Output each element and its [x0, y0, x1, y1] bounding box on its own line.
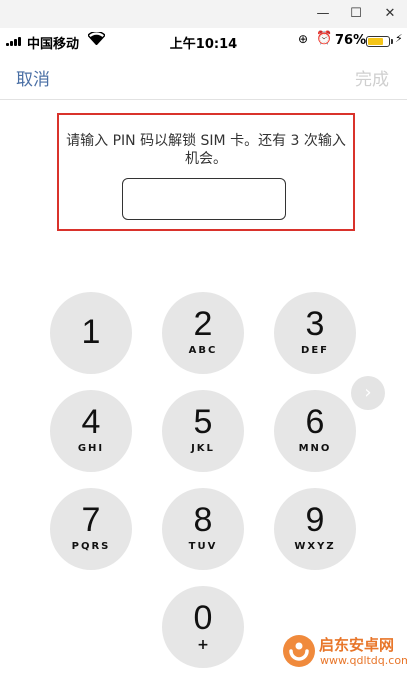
status-bar: 中国移动 上午10:14 ⊕ ⏰ 76% ⚡	[0, 28, 407, 54]
cancel-button[interactable]: 取消	[16, 65, 50, 90]
key-letters: JKL	[191, 443, 215, 454]
key-digit: 1	[81, 313, 101, 351]
key-digit: 6	[305, 403, 325, 441]
key-digit: 2	[193, 305, 213, 343]
key-letters: WXYZ	[294, 541, 336, 552]
key-digit: 4	[81, 403, 101, 441]
key-letters: MNO	[298, 443, 332, 454]
key-letters: TUV	[188, 541, 218, 552]
key-letters: ABC	[188, 345, 218, 356]
key-digit: 5	[193, 403, 213, 441]
maximize-icon[interactable]: ☐	[346, 6, 366, 22]
chevron-right-icon[interactable]: ›	[351, 376, 385, 410]
close-icon[interactable]: ✕	[380, 6, 400, 22]
pin-input[interactable]	[122, 178, 286, 220]
alarm-icon: ⏰	[316, 31, 333, 46]
key-digit: 9	[305, 501, 325, 539]
key-9[interactable]: 9 WXYZ	[274, 488, 356, 570]
key-digit: 0	[193, 599, 213, 637]
pin-prompt-highlight: 请输入 PIN 码以解锁 SIM 卡。还有 3 次输入机会。	[57, 113, 355, 231]
key-digit: 8	[193, 501, 213, 539]
battery-percent: 76%	[335, 33, 367, 48]
watermark-brand: 启东安卓网	[319, 636, 395, 654]
key-letters: DEF	[301, 345, 329, 356]
key-digit: 3	[305, 305, 325, 343]
done-button[interactable]: 完成	[355, 65, 389, 90]
watermark: 启东安卓网 www.qdltdq.com	[282, 632, 407, 674]
key-0[interactable]: 0 +	[162, 586, 244, 668]
watermark-logo-icon	[283, 635, 315, 667]
watermark-url: www.qdltdq.com	[320, 654, 407, 667]
key-letters: PQRS	[71, 541, 111, 552]
window-title-bar: — ☐ ✕	[0, 0, 407, 28]
navigation-bar: 取消 完成	[0, 54, 407, 100]
key-digit: 7	[81, 501, 101, 539]
key-letters: +	[197, 637, 209, 653]
pin-prompt-message: 请输入 PIN 码以解锁 SIM 卡。还有 3 次输入机会。	[66, 133, 346, 167]
rotation-lock-icon: ⊕	[298, 32, 309, 46]
minimize-icon[interactable]: —	[313, 6, 333, 22]
charging-icon: ⚡	[395, 32, 403, 45]
key-1[interactable]: 1	[50, 292, 132, 374]
key-letters: GHI	[77, 443, 105, 454]
battery-tip	[391, 39, 393, 44]
key-3[interactable]: 3 DEF	[274, 292, 356, 374]
key-4[interactable]: 4 GHI	[50, 390, 132, 472]
battery-icon	[366, 36, 390, 47]
key-8[interactable]: 8 TUV	[162, 488, 244, 570]
key-7[interactable]: 7 PQRS	[50, 488, 132, 570]
key-2[interactable]: 2 ABC	[162, 292, 244, 374]
key-5[interactable]: 5 JKL	[162, 390, 244, 472]
key-6[interactable]: 6 MNO	[274, 390, 356, 472]
